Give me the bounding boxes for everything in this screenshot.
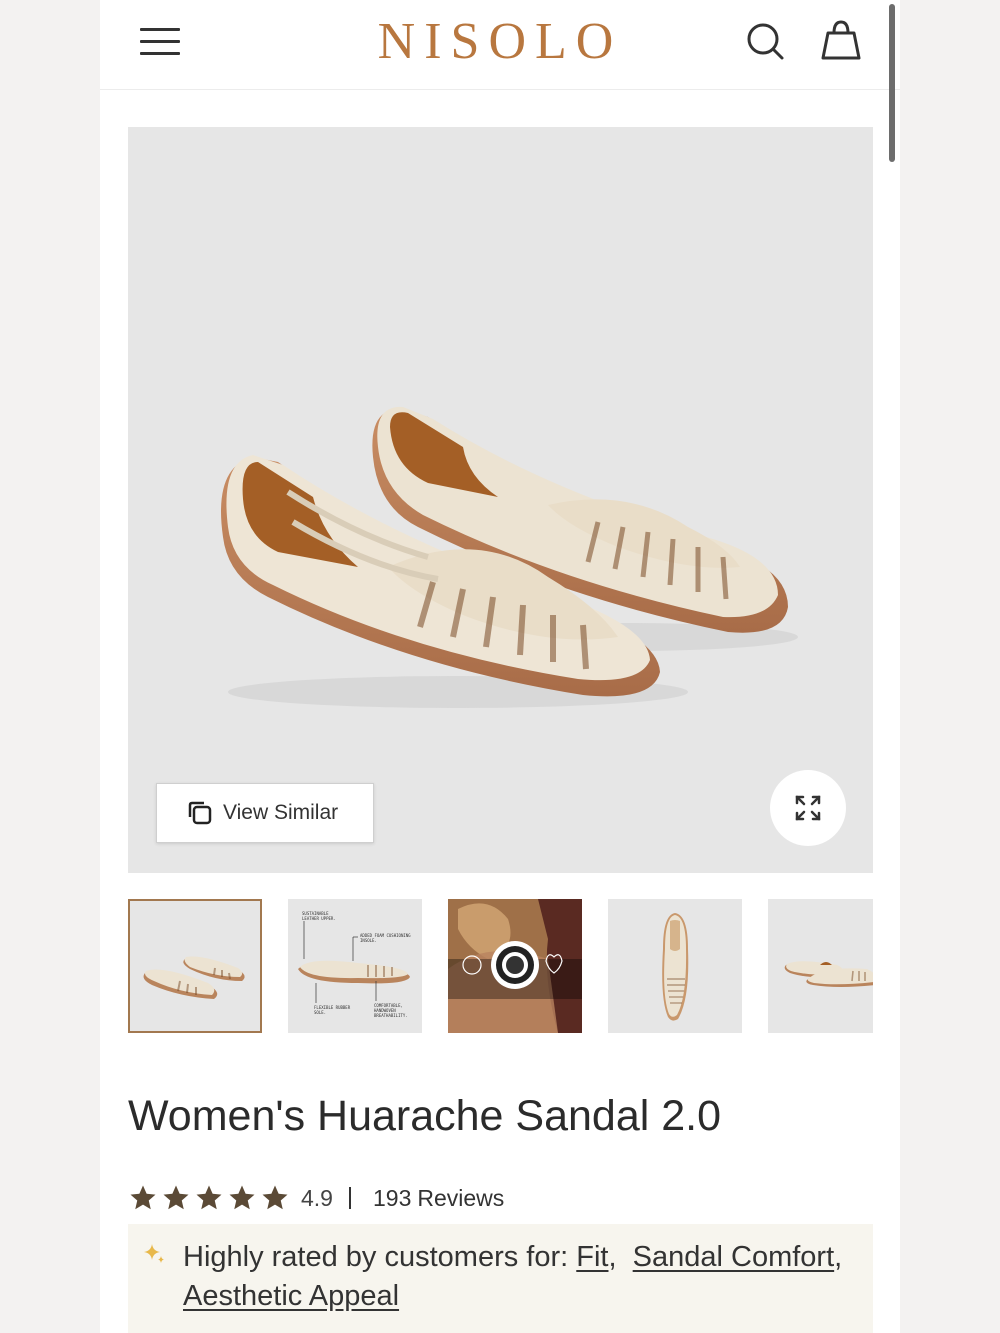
sparkle-icon [144, 1244, 164, 1263]
product-page: NISOLO View Similar SUSTAINABLE LEATHER … [100, 0, 900, 1333]
star-filled-icon [196, 1185, 222, 1210]
page-scrollbar[interactable] [889, 4, 895, 162]
expand-fullscreen-button[interactable] [770, 770, 846, 846]
view-similar-label: View Similar [223, 801, 339, 824]
customer-highlights: Highly rated by customers for: Fit, Sand… [128, 1224, 873, 1333]
huarache-sandal-pair-illustration [221, 406, 798, 708]
view-similar-button[interactable]: View Similar [156, 783, 374, 843]
star-filled-icon [262, 1185, 288, 1210]
thumbnail-side-view-pair[interactable] [768, 899, 873, 1033]
review-label[interactable]: Reviews [417, 1185, 504, 1212]
highlights-prefix: Highly rated by customers for: [183, 1241, 569, 1273]
thumbnail-leather-working-group[interactable] [448, 899, 582, 1033]
rating-summary[interactable]: 4.9 193 Reviews [128, 1180, 504, 1216]
highlight-link-aesthetic-appeal[interactable]: Aesthetic Appeal [183, 1280, 399, 1312]
star-filled-icon [229, 1185, 255, 1210]
thumbnail-feature-callouts[interactable]: SUSTAINABLE LEATHER UPPER. ADDED FOAM CU… [288, 899, 422, 1033]
copy-stack-icon [188, 801, 212, 825]
thumbnail-strip: SUSTAINABLE LEATHER UPPER. ADDED FOAM CU… [128, 899, 873, 1033]
highlight-link-fit[interactable]: Fit [576, 1241, 608, 1273]
product-title: Women's Huarache Sandal 2.0 [128, 1092, 722, 1140]
star-filled-icon [163, 1185, 189, 1210]
rating-value: 4.9 [301, 1184, 333, 1211]
search-icon[interactable] [746, 20, 786, 62]
review-count[interactable]: 193 [373, 1185, 411, 1212]
star-filled-icon [130, 1185, 156, 1210]
highlights-text: Highly rated by customers for: Fit, Sand… [183, 1241, 851, 1312]
thumbnail-angled-pair[interactable] [128, 899, 262, 1033]
shopping-bag-icon[interactable] [820, 18, 862, 62]
main-product-image[interactable]: View Similar [128, 127, 873, 873]
rating-divider [348, 1187, 351, 1209]
star-rating [128, 1183, 293, 1213]
site-header: NISOLO [100, 0, 900, 90]
thumbnail-top-view[interactable] [608, 899, 742, 1033]
highlight-link-sandal-comfort[interactable]: Sandal Comfort [633, 1241, 835, 1273]
expand-arrows-icon [795, 795, 821, 821]
